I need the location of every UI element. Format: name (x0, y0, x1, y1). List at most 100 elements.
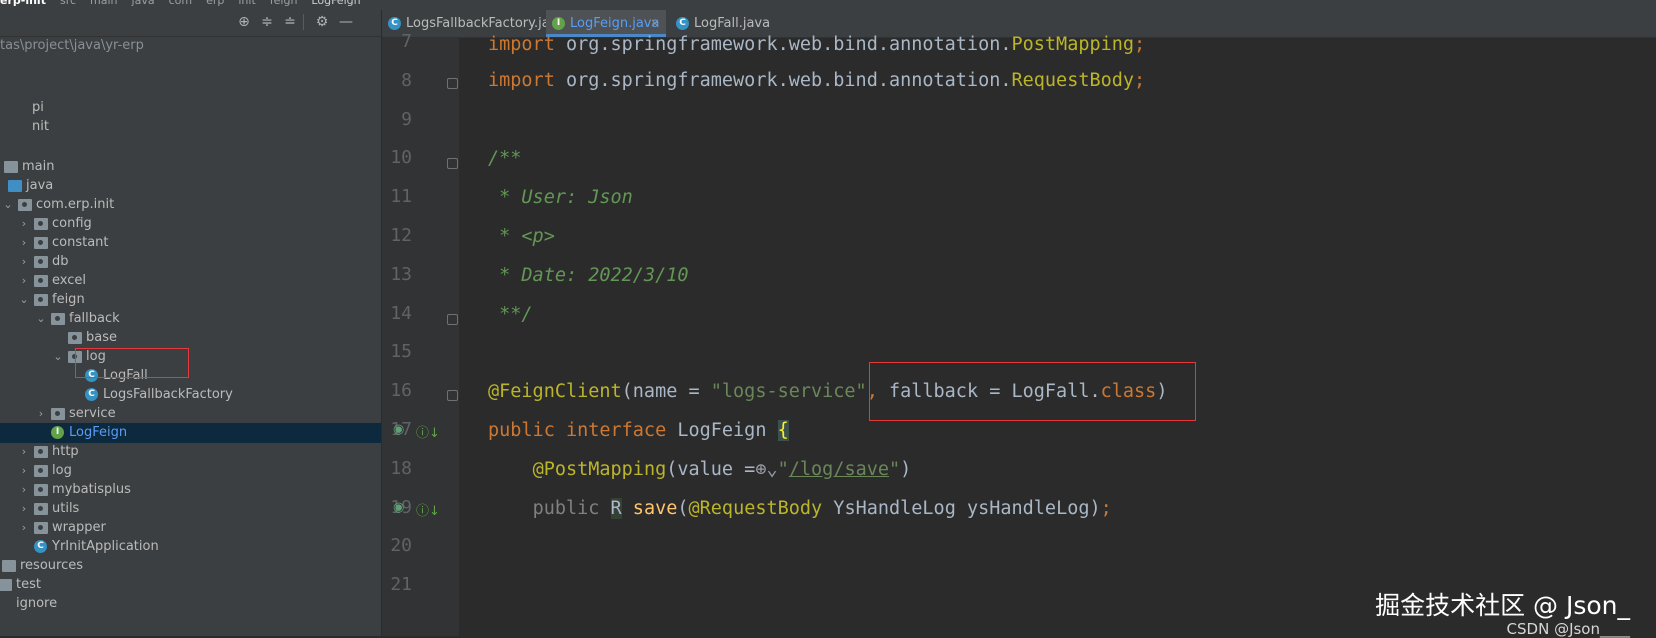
editor-tab[interactable]: C LogFall.java (670, 10, 772, 37)
code-line-13: * Date: 2022/3/10 (488, 265, 689, 286)
tree-item-label: test (16, 577, 41, 592)
tree-item[interactable]: › log (0, 461, 381, 481)
fold-icon[interactable] (447, 390, 458, 401)
tree-item[interactable]: ⌄ com.erp.init (0, 195, 381, 215)
editor-tab[interactable]: I LogFeign.java × (546, 10, 666, 37)
interface-icon: I (552, 17, 565, 30)
web-service-icon[interactable]: ◉ (393, 422, 404, 437)
folder-icon (4, 161, 18, 173)
chevron-down-icon[interactable]: ⌄ (18, 290, 30, 310)
tree-item-label: ignore (16, 596, 58, 611)
code-line-19: public R save(@RequestBody YsHandleLog y… (532, 498, 1112, 519)
collapse-all-icon[interactable]: ≐ (281, 13, 299, 31)
chevron-right-icon[interactable]: › (18, 214, 30, 234)
breadcrumb-item[interactable]: com (169, 0, 193, 7)
chevron-right-icon[interactable]: › (18, 518, 30, 538)
tree-item-label: http (52, 444, 79, 459)
package-icon (18, 199, 32, 211)
breadcrumb-item[interactable]: LogFeign (311, 0, 360, 7)
tree-item-label: service (69, 406, 116, 421)
tree-item[interactable]: › wrapper (0, 518, 381, 538)
code-line-10: /** (488, 148, 522, 169)
project-toolbar: ⊕ ≑ ≐ ⚙ — (0, 10, 381, 37)
code-line-12: * <p> (488, 226, 555, 247)
tree-item[interactable]: ⌄ log (0, 347, 381, 367)
source-folder-icon (8, 180, 22, 192)
breadcrumb-item[interactable]: erp-init (0, 0, 46, 7)
breadcrumb-item[interactable]: erp (206, 0, 224, 7)
breadcrumb-item[interactable]: src (60, 0, 76, 7)
close-icon[interactable]: × (650, 10, 660, 37)
chevron-right-icon[interactable]: › (18, 252, 30, 272)
tree-item[interactable]: ignore (0, 594, 381, 614)
implementation-arrow-icon[interactable]: ⓘ↓ (416, 500, 440, 519)
breadcrumb-item[interactable]: init (238, 0, 255, 7)
tree-item[interactable]: › constant (0, 233, 381, 253)
fold-icon[interactable] (447, 78, 458, 89)
fold-icon[interactable] (447, 314, 458, 325)
tree-item-label: db (52, 254, 69, 269)
tree-item[interactable]: › mybatisplus (0, 480, 381, 500)
tree-item[interactable]: main (0, 157, 381, 177)
tree-item-label: main (22, 159, 55, 174)
chevron-right-icon[interactable]: › (18, 271, 30, 291)
tree-item[interactable]: C YrInitApplication (0, 537, 381, 557)
web-url-icon[interactable]: ⊕⌄ (755, 459, 777, 480)
breadcrumb-item[interactable]: main (90, 0, 117, 7)
breadcrumb-item[interactable]: java (132, 0, 155, 7)
tree-item[interactable]: C LogFall (0, 366, 381, 386)
tree-item[interactable]: test (0, 575, 381, 595)
tree-item-label: pi (32, 100, 44, 115)
breadcrumb: erp-init src main java com erp init feign LogFei… (0, 0, 1656, 10)
tree-item[interactable]: nit (0, 117, 381, 137)
breadcrumb-item[interactable]: feign (270, 0, 298, 7)
class-icon: C (676, 17, 689, 30)
fold-icon[interactable] (447, 158, 458, 169)
locate-icon[interactable]: ⊕ (235, 13, 253, 31)
folder-icon (0, 579, 12, 591)
tree-item[interactable]: resources (0, 556, 381, 576)
tree-item[interactable]: ⌄ fallback (0, 309, 381, 329)
tree-item-label: config (52, 216, 92, 231)
tree-item-label: java (26, 178, 54, 193)
chevron-right-icon[interactable]: › (18, 233, 30, 253)
chevron-right-icon[interactable]: › (18, 480, 30, 500)
tree-item[interactable]: C LogsFallbackFactory (0, 385, 381, 405)
line-number: 15 (390, 341, 412, 363)
chevron-right-icon[interactable]: › (35, 404, 47, 424)
line-number: 9 (401, 108, 412, 130)
package-icon (51, 408, 65, 420)
tree-item[interactable]: › http (0, 442, 381, 462)
package-icon (34, 484, 48, 496)
tree-item[interactable]: java (0, 176, 381, 196)
package-icon (34, 446, 48, 458)
chevron-down-icon[interactable]: ⌄ (52, 347, 64, 367)
tree-item[interactable]: › excel (0, 271, 381, 291)
tree-item[interactable]: › service (0, 404, 381, 424)
line-number: 10 (390, 147, 412, 169)
tab-label: LogsFallbackFactory.java (406, 16, 566, 31)
chevron-right-icon[interactable]: › (18, 499, 30, 519)
code-line-14: **/ (488, 304, 533, 325)
tree-item[interactable]: base (0, 328, 381, 348)
tree-item[interactable]: I LogFeign (0, 423, 381, 443)
tree-item-label: LogsFallbackFactory (103, 387, 233, 402)
tree-item[interactable]: › db (0, 252, 381, 272)
tree-item[interactable]: › config (0, 214, 381, 234)
package-icon (34, 275, 48, 287)
tree-item[interactable]: ⌄ feign (0, 290, 381, 310)
tree-item[interactable]: › utils (0, 499, 381, 519)
chevron-right-icon[interactable]: › (18, 461, 30, 481)
web-service-icon[interactable]: ◉ (393, 500, 404, 515)
chevron-right-icon[interactable]: › (18, 442, 30, 462)
chevron-down-icon[interactable]: ⌄ (2, 195, 14, 215)
expand-all-icon[interactable]: ≑ (258, 13, 276, 31)
implementation-arrow-icon[interactable]: ⓘ↓ (416, 422, 440, 441)
gear-icon[interactable]: ⚙ (313, 13, 331, 31)
chevron-down-icon[interactable]: ⌄ (35, 309, 47, 329)
tree-item[interactable]: pi (0, 98, 381, 118)
minimize-icon[interactable]: — (337, 13, 355, 31)
tree-item-label: excel (52, 273, 86, 288)
tree-item-label: resources (20, 558, 84, 573)
code-editor[interactable]: import org.springframework.web.bind.anno… (460, 34, 1656, 636)
